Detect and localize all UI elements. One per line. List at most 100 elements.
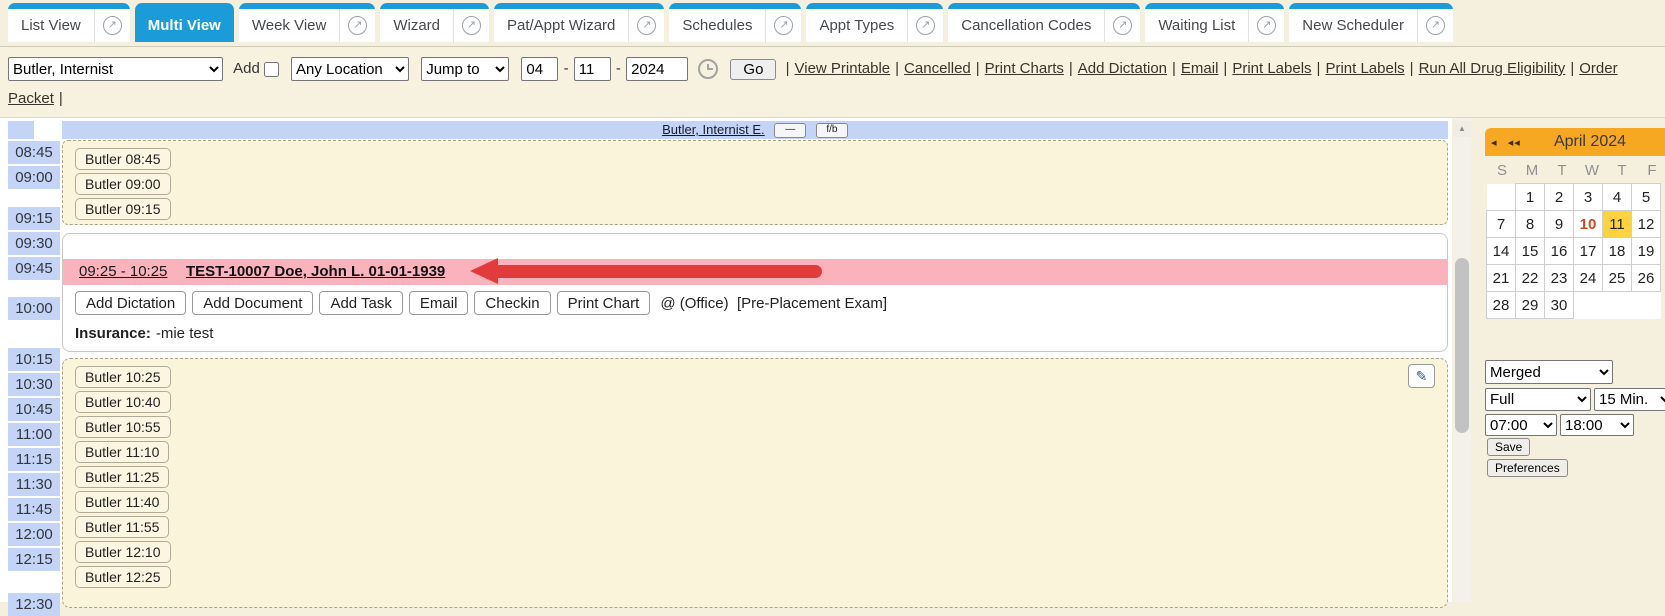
slot-button-butler-11-25[interactable]: Butler 11:25 <box>75 466 169 488</box>
size-select[interactable]: Full <box>1485 388 1591 411</box>
add-document-button[interactable]: Add Document <box>192 291 313 315</box>
tab-open-new-window-button[interactable]: ↗ <box>765 9 801 42</box>
tab-waiting-list[interactable]: Waiting List↗ <box>1145 3 1284 42</box>
end-time-select[interactable]: 18:00 <box>1560 414 1634 436</box>
slot-button-butler-12-10[interactable]: Butler 12:10 <box>75 541 171 563</box>
calendar-day[interactable]: 18 <box>1602 237 1632 265</box>
collapse-column-button[interactable]: — <box>774 123 806 138</box>
add-dictation-button[interactable]: Add Dictation <box>75 291 186 315</box>
slot-button-butler-10-55[interactable]: Butler 10:55 <box>75 416 171 438</box>
appointment-time-link[interactable]: 09:25 - 10:25 <box>79 259 167 285</box>
slot-button-butler-11-55[interactable]: Butler 11:55 <box>75 516 169 538</box>
calendar-day[interactable]: 7 <box>1486 210 1516 238</box>
tab-new-scheduler[interactable]: New Scheduler↗ <box>1289 3 1453 42</box>
tab-open-new-window-button[interactable]: ↗ <box>1417 9 1453 42</box>
cancelled-link[interactable]: Cancelled <box>904 60 971 77</box>
email-link[interactable]: Email <box>1181 60 1219 77</box>
calendar-day[interactable]: 12 <box>1631 210 1661 238</box>
calendar-day[interactable]: 3 <box>1573 183 1603 211</box>
run-all-drug-eligibility-link[interactable]: Run All Drug Eligibility <box>1419 60 1566 77</box>
appointment-patient-link[interactable]: TEST-10007 Doe, John L. 01-01-1939 <box>186 259 445 285</box>
tab-multi-view[interactable]: Multi View <box>135 3 234 42</box>
add-dictation-link[interactable]: Add Dictation <box>1078 60 1167 77</box>
print-chart-button[interactable]: Print Chart <box>557 291 651 315</box>
date-year-input[interactable] <box>626 57 688 81</box>
slot-button-butler-11-40[interactable]: Butler 11:40 <box>75 491 169 513</box>
print-labels-link[interactable]: Print Labels <box>1232 60 1311 77</box>
tab-open-new-window-button[interactable]: ↗ <box>1104 9 1140 42</box>
scrollbar-thumb[interactable] <box>1455 258 1469 433</box>
link-separator: | <box>1223 60 1227 77</box>
tab-schedules[interactable]: Schedules↗ <box>669 3 801 42</box>
tab-open-new-window-button[interactable]: ↗ <box>1248 9 1284 42</box>
tab-cancellation-codes[interactable]: Cancellation Codes↗ <box>948 3 1140 42</box>
slot-button-butler-09-00[interactable]: Butler 09:00 <box>75 173 171 195</box>
email-button[interactable]: Email <box>409 291 469 315</box>
link-separator: | <box>59 90 63 107</box>
slot-button-butler-12-25[interactable]: Butler 12:25 <box>75 566 171 588</box>
calendar-day[interactable]: 15 <box>1515 237 1545 265</box>
tab-week-view[interactable]: Week View↗ <box>239 3 375 42</box>
print-labels-link[interactable]: Print Labels <box>1325 60 1404 77</box>
slot-button-butler-09-15[interactable]: Butler 09:15 <box>75 198 171 220</box>
add-task-button[interactable]: Add Task <box>319 291 402 315</box>
calendar-day[interactable]: 11 <box>1602 210 1632 238</box>
save-button[interactable]: Save <box>1487 438 1530 456</box>
tab-open-new-window-button[interactable]: ↗ <box>453 9 489 42</box>
calendar-day[interactable]: 9 <box>1544 210 1574 238</box>
print-charts-link[interactable]: Print Charts <box>985 60 1064 77</box>
date-day-input[interactable] <box>574 57 611 81</box>
date-month-input[interactable] <box>521 57 558 81</box>
tab-appt-types[interactable]: Appt Types↗ <box>806 3 943 42</box>
slot-button-butler-10-40[interactable]: Butler 10:40 <box>75 391 171 413</box>
calendar-day[interactable]: 24 <box>1573 264 1603 292</box>
view-printable-link[interactable]: View Printable <box>795 60 891 77</box>
calendar-day[interactable]: 23 <box>1544 264 1574 292</box>
calendar-day[interactable]: 29 <box>1515 291 1545 319</box>
external-link-icon: ↗ <box>637 16 656 35</box>
scrollbar-up-arrow-icon[interactable]: ▲ <box>1453 121 1471 137</box>
calendar-day[interactable]: 4 <box>1602 183 1632 211</box>
calendar-day[interactable]: 5 <box>1631 183 1661 211</box>
tab-open-new-window-button[interactable]: ↗ <box>94 9 130 42</box>
calendar-day[interactable]: 22 <box>1515 264 1545 292</box>
start-time-select[interactable]: 07:00 <box>1485 414 1557 436</box>
edit-schedule-button[interactable]: ✎ <box>1408 364 1435 388</box>
calendar-day[interactable]: 8 <box>1515 210 1545 238</box>
tab-open-new-window-button[interactable]: ↗ <box>628 9 664 42</box>
calendar-day[interactable]: 21 <box>1486 264 1516 292</box>
provider-select[interactable]: Butler, Internist <box>8 57 223 81</box>
calendar-day[interactable]: 16 <box>1544 237 1574 265</box>
provider-header-link[interactable]: Butler, Internist E. <box>662 122 765 137</box>
calendar-day[interactable]: 19 <box>1631 237 1661 265</box>
slot-button-butler-08-45[interactable]: Butler 08:45 <box>75 148 171 170</box>
add-checkbox[interactable] <box>264 62 279 77</box>
view-mode-select[interactable]: Merged <box>1485 360 1613 384</box>
clock-icon[interactable] <box>698 59 718 79</box>
calendar-day[interactable]: 25 <box>1602 264 1632 292</box>
calendar-day-header: F <box>1637 158 1665 184</box>
tab-open-new-window-button[interactable]: ↗ <box>339 9 375 42</box>
jump-to-select[interactable]: Jump to <box>421 57 509 81</box>
checkin-button[interactable]: Checkin <box>474 291 550 315</box>
calendar-day[interactable]: 17 <box>1573 237 1603 265</box>
calendar-day[interactable]: 30 <box>1544 291 1574 319</box>
interval-select[interactable]: 15 Min. <box>1594 388 1665 411</box>
calendar-day[interactable]: 10 <box>1573 210 1603 238</box>
slot-button-butler-11-10[interactable]: Butler 11:10 <box>75 441 169 463</box>
location-select[interactable]: Any Location <box>291 57 409 81</box>
tab-open-new-window-button[interactable]: ↗ <box>907 9 943 42</box>
tab-wizard[interactable]: Wizard↗ <box>380 3 489 42</box>
slot-button-butler-10-25[interactable]: Butler 10:25 <box>75 366 171 388</box>
calendar-day[interactable]: 1 <box>1515 183 1545 211</box>
calendar-day[interactable]: 28 <box>1486 291 1516 319</box>
preferences-button[interactable]: Preferences <box>1487 459 1568 477</box>
go-button[interactable]: Go <box>730 59 776 80</box>
calendar-day[interactable]: 14 <box>1486 237 1516 265</box>
fb-button[interactable]: f/b <box>816 123 848 138</box>
calendar-day[interactable]: 2 <box>1544 183 1574 211</box>
external-link-icon: ↗ <box>774 16 793 35</box>
calendar-day[interactable]: 26 <box>1631 264 1661 292</box>
tab-list-view[interactable]: List View↗ <box>8 3 130 42</box>
tab-pat-appt-wizard[interactable]: Pat/Appt Wizard↗ <box>494 3 664 42</box>
